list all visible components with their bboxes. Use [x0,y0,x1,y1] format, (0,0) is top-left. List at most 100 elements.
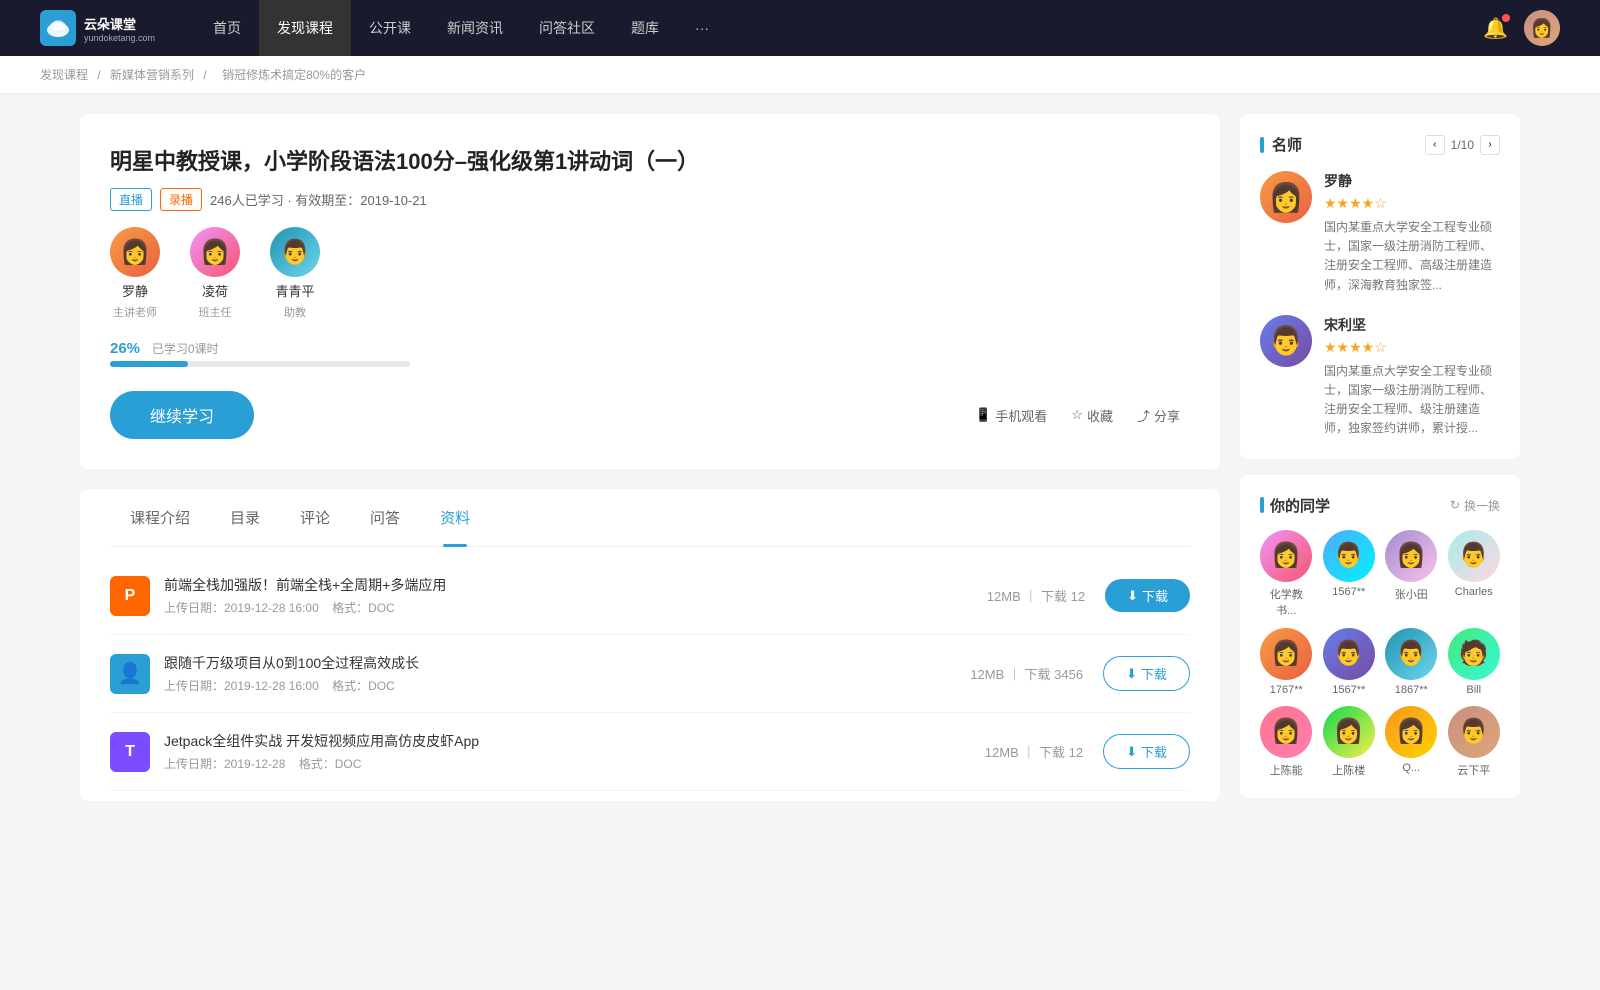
sidebar-teacher-stars-1: ★★★★☆ [1324,195,1500,212]
sidebar-teacher-2: 👨 宋利坚 ★★★★☆ 国内某重点大学安全工程专业硕士，国家一级注册消防工程师、… [1260,315,1500,439]
teacher-1: 👩 罗静 主讲老师 [110,227,160,320]
tabs-section: 课程介绍 目录 评论 问答 资料 P 前端全栈加强版！前端全栈+全周期+多端应用… [80,489,1220,801]
classmates-sidebar-card: 你的同学 ↻ 换一换 👩 化学教书... 👨 1567** 👩 [1240,475,1520,798]
classmate-5[interactable]: 👩 1767** [1260,628,1313,696]
tab-catalog[interactable]: 目录 [210,489,280,546]
nav-open[interactable]: 公开课 [351,0,429,56]
left-section: 明星中教授课，小学阶段语法100分–强化级第1讲动词（一） 直播 录播 246人… [80,114,1220,814]
classmate-name-12: 云下平 [1457,762,1490,778]
resource-title-1: 前端全栈加强版！前端全栈+全周期+多端应用 [164,575,987,595]
nav-discover[interactable]: 发现课程 [259,0,351,56]
classmate-10[interactable]: 👩 上陈楼 [1323,706,1376,778]
resource-stats-3: 12MB ｜ 下载 12 [985,742,1083,761]
course-meta: 246人已学习 · 有效期至：2019-10-21 [210,190,427,209]
tab-reviews[interactable]: 评论 [280,489,350,546]
classmate-4[interactable]: 👨 Charles [1448,530,1501,618]
progress-bar-bg [110,361,410,367]
breadcrumb-sep-2: / [203,68,210,82]
classmate-9[interactable]: 👩 上陈能 [1260,706,1313,778]
classmates-grid: 👩 化学教书... 👨 1567** 👩 张小田 👨 Charles 👩 [1260,530,1500,778]
classmate-avatar-8: 🧑 [1448,628,1500,680]
logo-text: 云朵课堂 [84,14,155,33]
classmate-name-10: 上陈楼 [1332,762,1365,778]
teacher-avatar-3: 👨 [270,227,320,277]
breadcrumb-link-2[interactable]: 新媒体营销系列 [110,68,194,82]
classmate-7[interactable]: 👨 1867** [1385,628,1438,696]
sidebar-teacher-desc-1: 国内某重点大学安全工程专业硕士，国家一级注册消防工程师、注册安全工程师、高级注册… [1324,218,1500,295]
star-icon: ☆ [1071,407,1083,423]
nav-right: 🔔 👩 [1483,10,1560,46]
classmate-name-7: 1867** [1395,684,1428,696]
page-prev-btn[interactable]: ‹ [1425,135,1445,155]
progress-label: 26% [110,340,140,357]
tab-intro[interactable]: 课程介绍 [110,489,210,546]
course-title: 明星中教授课，小学阶段语法100分–强化级第1讲动词（一） [110,144,1190,176]
resource-title-2: 跟随千万级项目从0到100全过程高效成长 [164,653,970,673]
classmate-avatar-11: 👩 [1385,706,1437,758]
page-indicator: 1/10 [1451,138,1474,152]
tab-qa[interactable]: 问答 [350,489,420,546]
user-avatar-nav[interactable]: 👩 [1524,10,1560,46]
nav-exam[interactable]: 题库 [613,0,677,56]
nav-home[interactable]: 首页 [195,0,259,56]
classmate-avatar-1: 👩 [1260,530,1312,582]
continue-button[interactable]: 继续学习 [110,391,254,439]
classmate-1[interactable]: 👩 化学教书... [1260,530,1313,618]
download-button-3[interactable]: ⬇ 下载 [1103,734,1190,769]
teacher-avatar-1: 👩 [110,227,160,277]
classmate-name-5: 1767** [1270,684,1303,696]
refresh-icon: ↻ [1450,498,1460,512]
resource-info-1: 前端全栈加强版！前端全栈+全周期+多端应用 上传日期：2019-12-28 16… [164,575,987,616]
classmate-avatar-12: 👨 [1448,706,1500,758]
classmate-avatar-7: 👨 [1385,628,1437,680]
classmates-title: 你的同学 [1260,495,1330,516]
nav-more[interactable]: ··· [677,0,727,56]
classmate-name-2: 1567** [1332,586,1365,598]
teacher-avatar-2: 👩 [190,227,240,277]
sidebar-teacher-1: 👩 罗静 ★★★★☆ 国内某重点大学安全工程专业硕士，国家一级注册消防工程师、注… [1260,171,1500,295]
progress-bar-fill [110,361,188,367]
mobile-view-button[interactable]: 📱 手机观看 [965,406,1057,425]
logo[interactable]: 云朵课堂 yundoketang.com [40,10,155,46]
resource-meta-1: 上传日期：2019-12-28 16:00 格式：DOC [164,599,987,616]
teacher-role-2: 班主任 [199,304,232,320]
notification-bell[interactable]: 🔔 [1483,16,1508,41]
nav-items: 首页 发现课程 公开课 新闻资讯 问答社区 题库 ··· [195,0,1483,56]
classmate-name-11: Q... [1402,762,1420,774]
breadcrumb-sep-1: / [97,68,104,82]
refresh-classmates-button[interactable]: ↻ 换一换 [1450,497,1500,514]
nav-qa[interactable]: 问答社区 [521,0,613,56]
download-icon-3: ⬇ [1126,744,1137,760]
teachers-title-bar [1260,137,1264,153]
download-button-2[interactable]: ⬇ 下载 [1103,656,1190,691]
tag-live: 直播 [110,188,152,211]
classmate-avatar-10: 👩 [1323,706,1375,758]
classmate-3[interactable]: 👩 张小田 [1385,530,1438,618]
classmate-avatar-5: 👩 [1260,628,1312,680]
classmate-6[interactable]: 👨 1567** [1323,628,1376,696]
sidebar-teacher-name-2: 宋利坚 [1324,315,1500,335]
classmate-avatar-3: 👩 [1385,530,1437,582]
teacher-role-1: 主讲老师 [113,304,157,320]
classmate-2[interactable]: 👨 1567** [1323,530,1376,618]
course-card: 明星中教授课，小学阶段语法100分–强化级第1讲动词（一） 直播 录播 246人… [80,114,1220,469]
progress-section: 26% 已学习0课时 [110,340,1190,367]
teachers: 👩 罗静 主讲老师 👩 凌荷 班主任 👨 青青平 助教 [110,227,1190,320]
classmate-avatar-2: 👨 [1323,530,1375,582]
teacher-name-2: 凌荷 [202,281,228,300]
download-button-1[interactable]: ⬇ 下载 [1105,579,1190,612]
mobile-icon: 📱 [975,407,991,423]
page-next-btn[interactable]: › [1480,135,1500,155]
classmate-12[interactable]: 👨 云下平 [1448,706,1501,778]
favorite-button[interactable]: ☆ 收藏 [1061,406,1123,425]
resource-item-3: T Jetpack全组件实战 开发短视频应用高仿皮皮虾App 上传日期：2019… [110,713,1190,791]
classmate-avatar-6: 👨 [1323,628,1375,680]
classmate-8[interactable]: 🧑 Bill [1448,628,1501,696]
tab-resources[interactable]: 资料 [420,489,490,546]
classmate-11[interactable]: 👩 Q... [1385,706,1438,778]
breadcrumb-link-1[interactable]: 发现课程 [40,68,88,82]
resource-info-3: Jetpack全组件实战 开发短视频应用高仿皮皮虾App 上传日期：2019-1… [164,731,985,772]
share-button[interactable]: ⤴ 分享 [1127,406,1190,425]
resource-item-2: 👤 跟随千万级项目从0到100全过程高效成长 上传日期：2019-12-28 1… [110,635,1190,713]
nav-news[interactable]: 新闻资讯 [429,0,521,56]
